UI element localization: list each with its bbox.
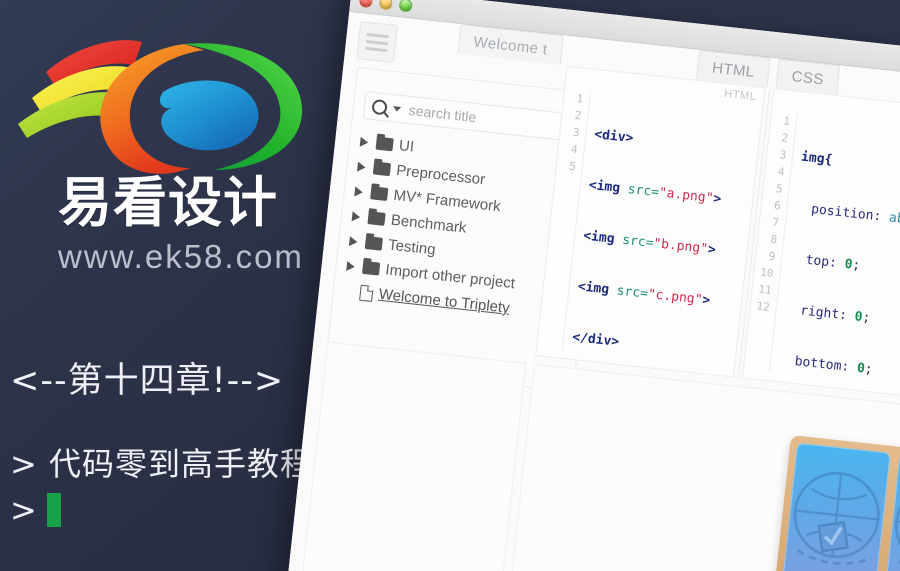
chevron-right-icon[interactable]: [348, 235, 358, 247]
hamburger-bar: [365, 39, 389, 45]
folder-icon: [364, 235, 383, 251]
code-line: position: absolute;: [810, 201, 900, 233]
line-number: 5: [775, 182, 784, 196]
code-line: <img src="a.png">: [588, 177, 722, 208]
folder-icon: [375, 136, 394, 152]
folder-icon: [370, 186, 389, 202]
chevron-right-icon[interactable]: [359, 136, 369, 148]
css-code-area[interactable]: 1 2 3 4 5 6 7 8 9 10 11 12 img{ position…: [743, 109, 900, 393]
text-cursor: [46, 493, 61, 527]
line-number: 10: [759, 265, 775, 281]
hamburger-bar: [366, 32, 389, 38]
tree-item-label: Testing: [387, 236, 437, 259]
chevron-right-icon[interactable]: [351, 210, 361, 222]
line-number: 1: [782, 114, 791, 129]
ek58-logo-icon: [8, 20, 338, 180]
close-button-icon[interactable]: [358, 0, 374, 9]
chevron-down-icon[interactable]: [392, 105, 402, 112]
code-line: right: 0;: [799, 303, 872, 326]
line-number: 1: [575, 91, 584, 106]
line-number: 6: [773, 198, 782, 213]
image-thumb-a[interactable]: [782, 442, 891, 571]
folder-icon: [361, 260, 381, 276]
code-line: <img src="c.png">: [577, 279, 711, 309]
folder-icon: [367, 211, 386, 226]
code-line: <div>: [593, 127, 635, 147]
line-number: 12: [755, 299, 771, 314]
line-number: 3: [778, 148, 787, 162]
code-line: img{: [800, 149, 834, 168]
line-number: 11: [757, 282, 773, 298]
file-icon: [359, 284, 374, 302]
triplety-app-window: Welcome t HTML CSS × search title UI: [285, 0, 900, 571]
minimize-button-icon[interactable]: [378, 0, 393, 11]
prompt-symbol: >: [10, 491, 37, 529]
line-number: 2: [780, 131, 789, 145]
line-number: 7: [771, 215, 780, 230]
screenshot-root: 易看设计 www.ek58.com <--第十四章!--> > 代码零到高手教程…: [0, 0, 900, 571]
preview-side-panel: [300, 341, 527, 571]
code-line: </div>: [571, 329, 620, 350]
hamburger-bar: [365, 46, 388, 52]
html-code-editor[interactable]: HTML 1 2 3 4 5 <div> <img src="a.png"> <…: [535, 65, 766, 378]
line-number: 2: [574, 108, 583, 123]
folder-icon: [372, 161, 392, 177]
line-number: 5: [568, 159, 577, 174]
css-code-editor[interactable]: 1 2 3 4 5 6 7 8 9 10 11 12 img{ position…: [741, 88, 900, 403]
line-number: 4: [570, 142, 579, 157]
image-preview-strip: [774, 435, 900, 571]
line-number: 8: [769, 232, 778, 247]
search-icon: [371, 98, 388, 115]
site-url: www.ek58.com: [58, 238, 304, 275]
html-code-area[interactable]: 1 2 3 4 5 <div> <img src="a.png"> <img s…: [537, 86, 762, 369]
line-number: 4: [777, 165, 786, 179]
code-line: <img src="b.png">: [582, 228, 717, 258]
code-line: bottom: 0;: [793, 354, 874, 378]
wordmark: 易看设计: [58, 171, 278, 234]
html-panel-badge: HTML: [723, 87, 757, 104]
preview-main-panel: [507, 363, 900, 571]
search-input-text: search title: [408, 101, 478, 126]
hamburger-icon[interactable]: [356, 21, 399, 63]
chevron-right-icon[interactable]: [354, 186, 364, 197]
tree-item-label: UI: [398, 137, 415, 156]
chevron-right-icon[interactable]: [357, 161, 367, 172]
line-number: 3: [572, 125, 581, 140]
html-code-lines[interactable]: <div> <img src="a.png"> <img src="b.png"…: [563, 89, 762, 368]
code-line: top: 0;: [804, 252, 861, 274]
chevron-right-icon[interactable]: [346, 260, 356, 272]
maximize-button-icon[interactable]: [398, 0, 413, 13]
line-number: 9: [767, 249, 776, 264]
